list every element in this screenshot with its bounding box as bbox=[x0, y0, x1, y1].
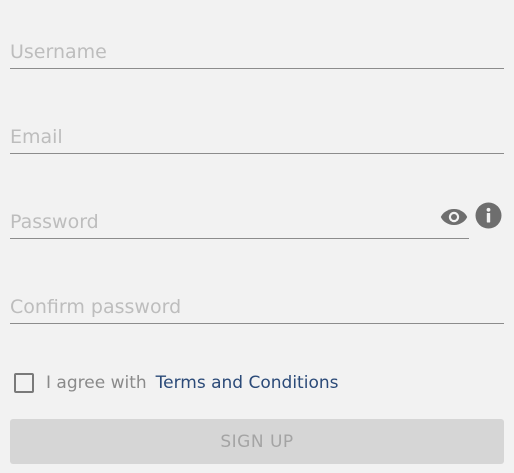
info-icon[interactable] bbox=[475, 202, 502, 229]
password-input[interactable] bbox=[10, 198, 469, 238]
signup-form: I agree with Terms and Conditions Sign u… bbox=[0, 0, 514, 473]
username-field bbox=[10, 28, 504, 69]
email-input[interactable] bbox=[10, 113, 504, 153]
password-field bbox=[10, 198, 469, 239]
sign-up-button[interactable]: Sign up bbox=[10, 419, 504, 464]
terms-agreement: I agree with Terms and Conditions bbox=[14, 372, 338, 394]
terms-link[interactable]: Terms and Conditions bbox=[156, 373, 339, 393]
eye-icon[interactable] bbox=[438, 204, 470, 230]
username-input[interactable] bbox=[10, 28, 504, 68]
confirm-password-input[interactable] bbox=[10, 283, 504, 323]
email-field bbox=[10, 113, 504, 154]
agree-label: I agree with bbox=[46, 373, 147, 393]
agree-checkbox[interactable] bbox=[14, 373, 34, 393]
confirm-password-field bbox=[10, 283, 504, 324]
